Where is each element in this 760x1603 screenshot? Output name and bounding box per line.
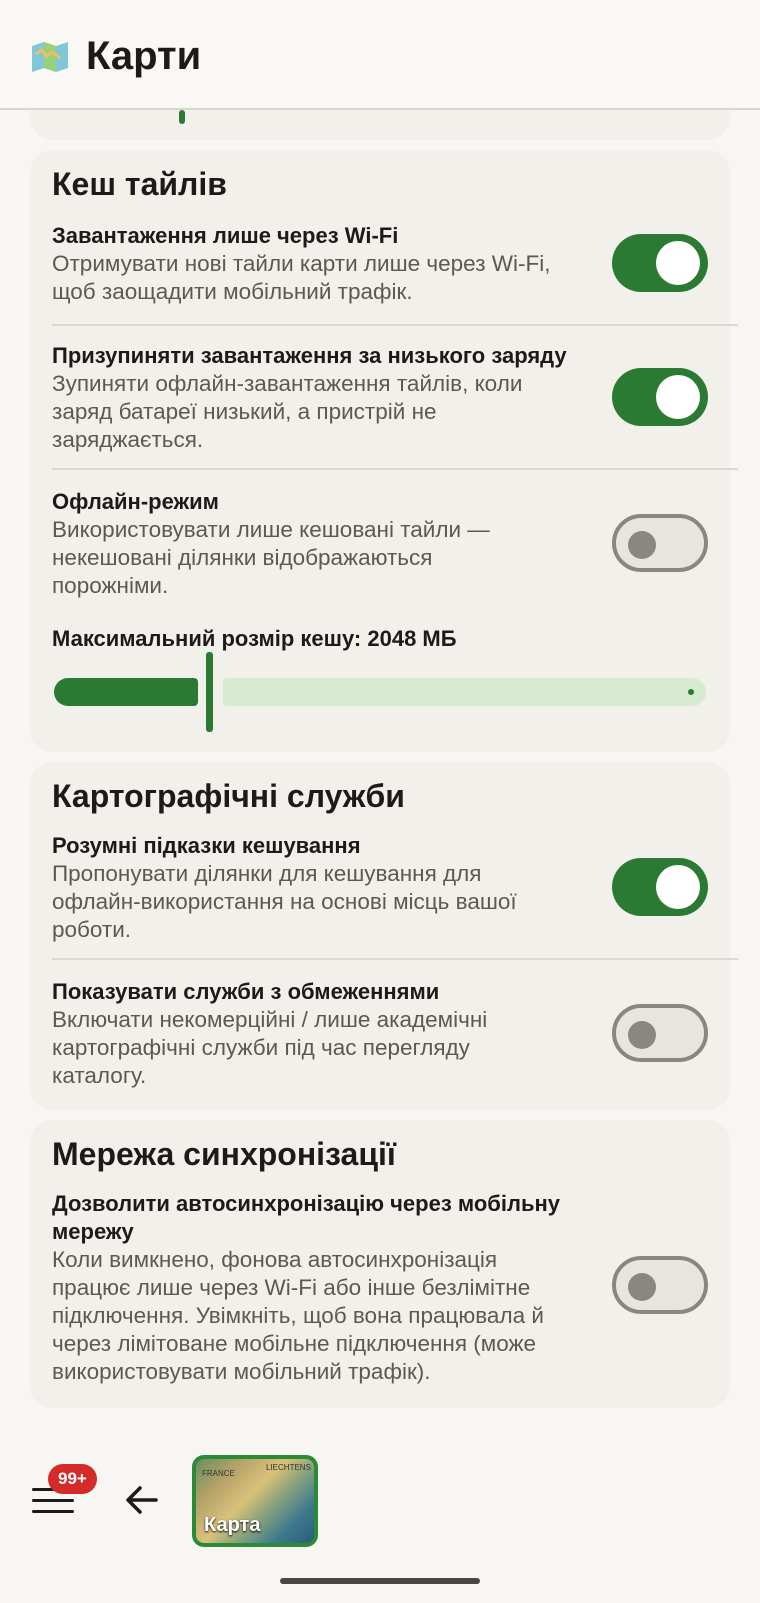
divider — [52, 468, 738, 470]
restricted-services-desc-2: картографічні служби під час перегляду — [52, 1035, 470, 1060]
smart-hints-title: Розумні підказки кешування — [52, 833, 361, 858]
restricted-services-toggle[interactable] — [612, 1004, 708, 1062]
back-arrow-icon[interactable] — [122, 1478, 162, 1522]
map-services-title: Картографічні служби — [52, 778, 405, 814]
toggle-knob — [656, 241, 700, 285]
toggle-knob — [656, 865, 700, 909]
notification-badge: 99+ — [48, 1464, 97, 1494]
map-thumbnail-button[interactable]: FRANCE LIECHTENS Карта — [192, 1455, 318, 1547]
pause-low-battery-desc-2: заряд батареї низький, а пристрій не — [52, 399, 437, 424]
offline-mode-desc-3: порожніми. — [52, 573, 169, 598]
map-thumb-label-1: FRANCE — [202, 1469, 235, 1478]
app-bar: Карти — [0, 0, 760, 110]
tile-cache-card: Кеш тайлів Завантаження лише через Wi-Fi… — [30, 150, 738, 752]
mobile-autosync-desc-4: через лімітоване мобільне підключення (м… — [52, 1331, 537, 1356]
mobile-autosync-title-2: мережу — [52, 1219, 134, 1244]
wifi-only-desc-2: щоб заощадити мобільний трафік. — [52, 279, 413, 304]
mobile-autosync-desc-2: працює лише через Wi-Fi або інше безлімі… — [52, 1275, 531, 1300]
offline-mode-desc-2: некешовані ділянки відображаються — [52, 545, 433, 570]
offline-mode-desc-1: Використовувати лише кешовані тайли — — [52, 517, 490, 542]
wifi-only-desc-1: Отримувати нові тайли карти лише через W… — [52, 251, 551, 276]
pause-low-battery-toggle[interactable] — [612, 368, 708, 426]
smart-hints-toggle[interactable] — [612, 858, 708, 916]
map-thumb-title: Карта — [204, 1514, 261, 1536]
toggle-knob — [628, 531, 656, 559]
mobile-autosync-title-1: Дозволити автосинхронізацію через мобіль… — [52, 1191, 561, 1216]
divider — [52, 324, 738, 326]
smart-hints-desc-3: роботи. — [52, 917, 132, 942]
sync-network-card: Мережа синхронізації Дозволити автосинхр… — [30, 1120, 730, 1408]
map-services-card: Картографічні служби Розумні підказки ке… — [30, 762, 738, 1110]
mobile-autosync-desc-5: використовувати мобільний трафік). — [52, 1359, 431, 1384]
pause-low-battery-desc-1: Зупиняти офлайн-завантаження тайлів, кол… — [52, 371, 523, 396]
toggle-knob — [628, 1273, 656, 1301]
max-cache-slider[interactable] — [54, 652, 706, 732]
home-indicator[interactable] — [280, 1578, 480, 1584]
map-thumb-label-2: LIECHTENS — [266, 1463, 311, 1472]
mobile-autosync-toggle[interactable] — [612, 1256, 708, 1314]
app-title: Карти — [86, 34, 202, 78]
mobile-autosync-desc-3: підключення. Увімкніть, щоб вона працюва… — [52, 1303, 544, 1328]
restricted-services-desc-1: Включати некомерційні / лише академічні — [52, 1007, 488, 1032]
slider-active-track — [54, 678, 198, 706]
pause-low-battery-title: Призупиняти завантаження за низького зар… — [52, 343, 567, 368]
slider-end-dot — [688, 689, 694, 695]
offline-mode-toggle[interactable] — [612, 514, 708, 572]
pause-low-battery-desc-3: заряджається. — [52, 427, 204, 452]
smart-hints-desc-1: Пропонувати ділянки для кешування для — [52, 861, 482, 886]
slider-inactive-track — [223, 678, 706, 706]
divider — [52, 958, 738, 960]
max-cache-label: Максимальний розмір кешу: 2048 МБ — [52, 626, 457, 651]
restricted-services-desc-3: каталогу. — [52, 1063, 147, 1088]
wifi-only-toggle[interactable] — [612, 234, 708, 292]
smart-hints-desc-2: офлайн-використання на основі місць вашо… — [52, 889, 517, 914]
toggle-knob — [656, 375, 700, 419]
mobile-autosync-desc-1: Коли вимкнено, фонова автосинхронізація — [52, 1247, 498, 1272]
offline-mode-title: Офлайн-режим — [52, 489, 219, 514]
previous-slider-thumb — [179, 110, 185, 124]
toggle-knob — [628, 1021, 656, 1049]
sync-network-title: Мережа синхронізації — [52, 1136, 396, 1172]
map-app-icon — [32, 42, 68, 72]
tile-cache-title: Кеш тайлів — [52, 166, 227, 202]
restricted-services-title: Показувати служби з обмеженнями — [52, 979, 440, 1004]
slider-thumb[interactable] — [206, 652, 213, 732]
